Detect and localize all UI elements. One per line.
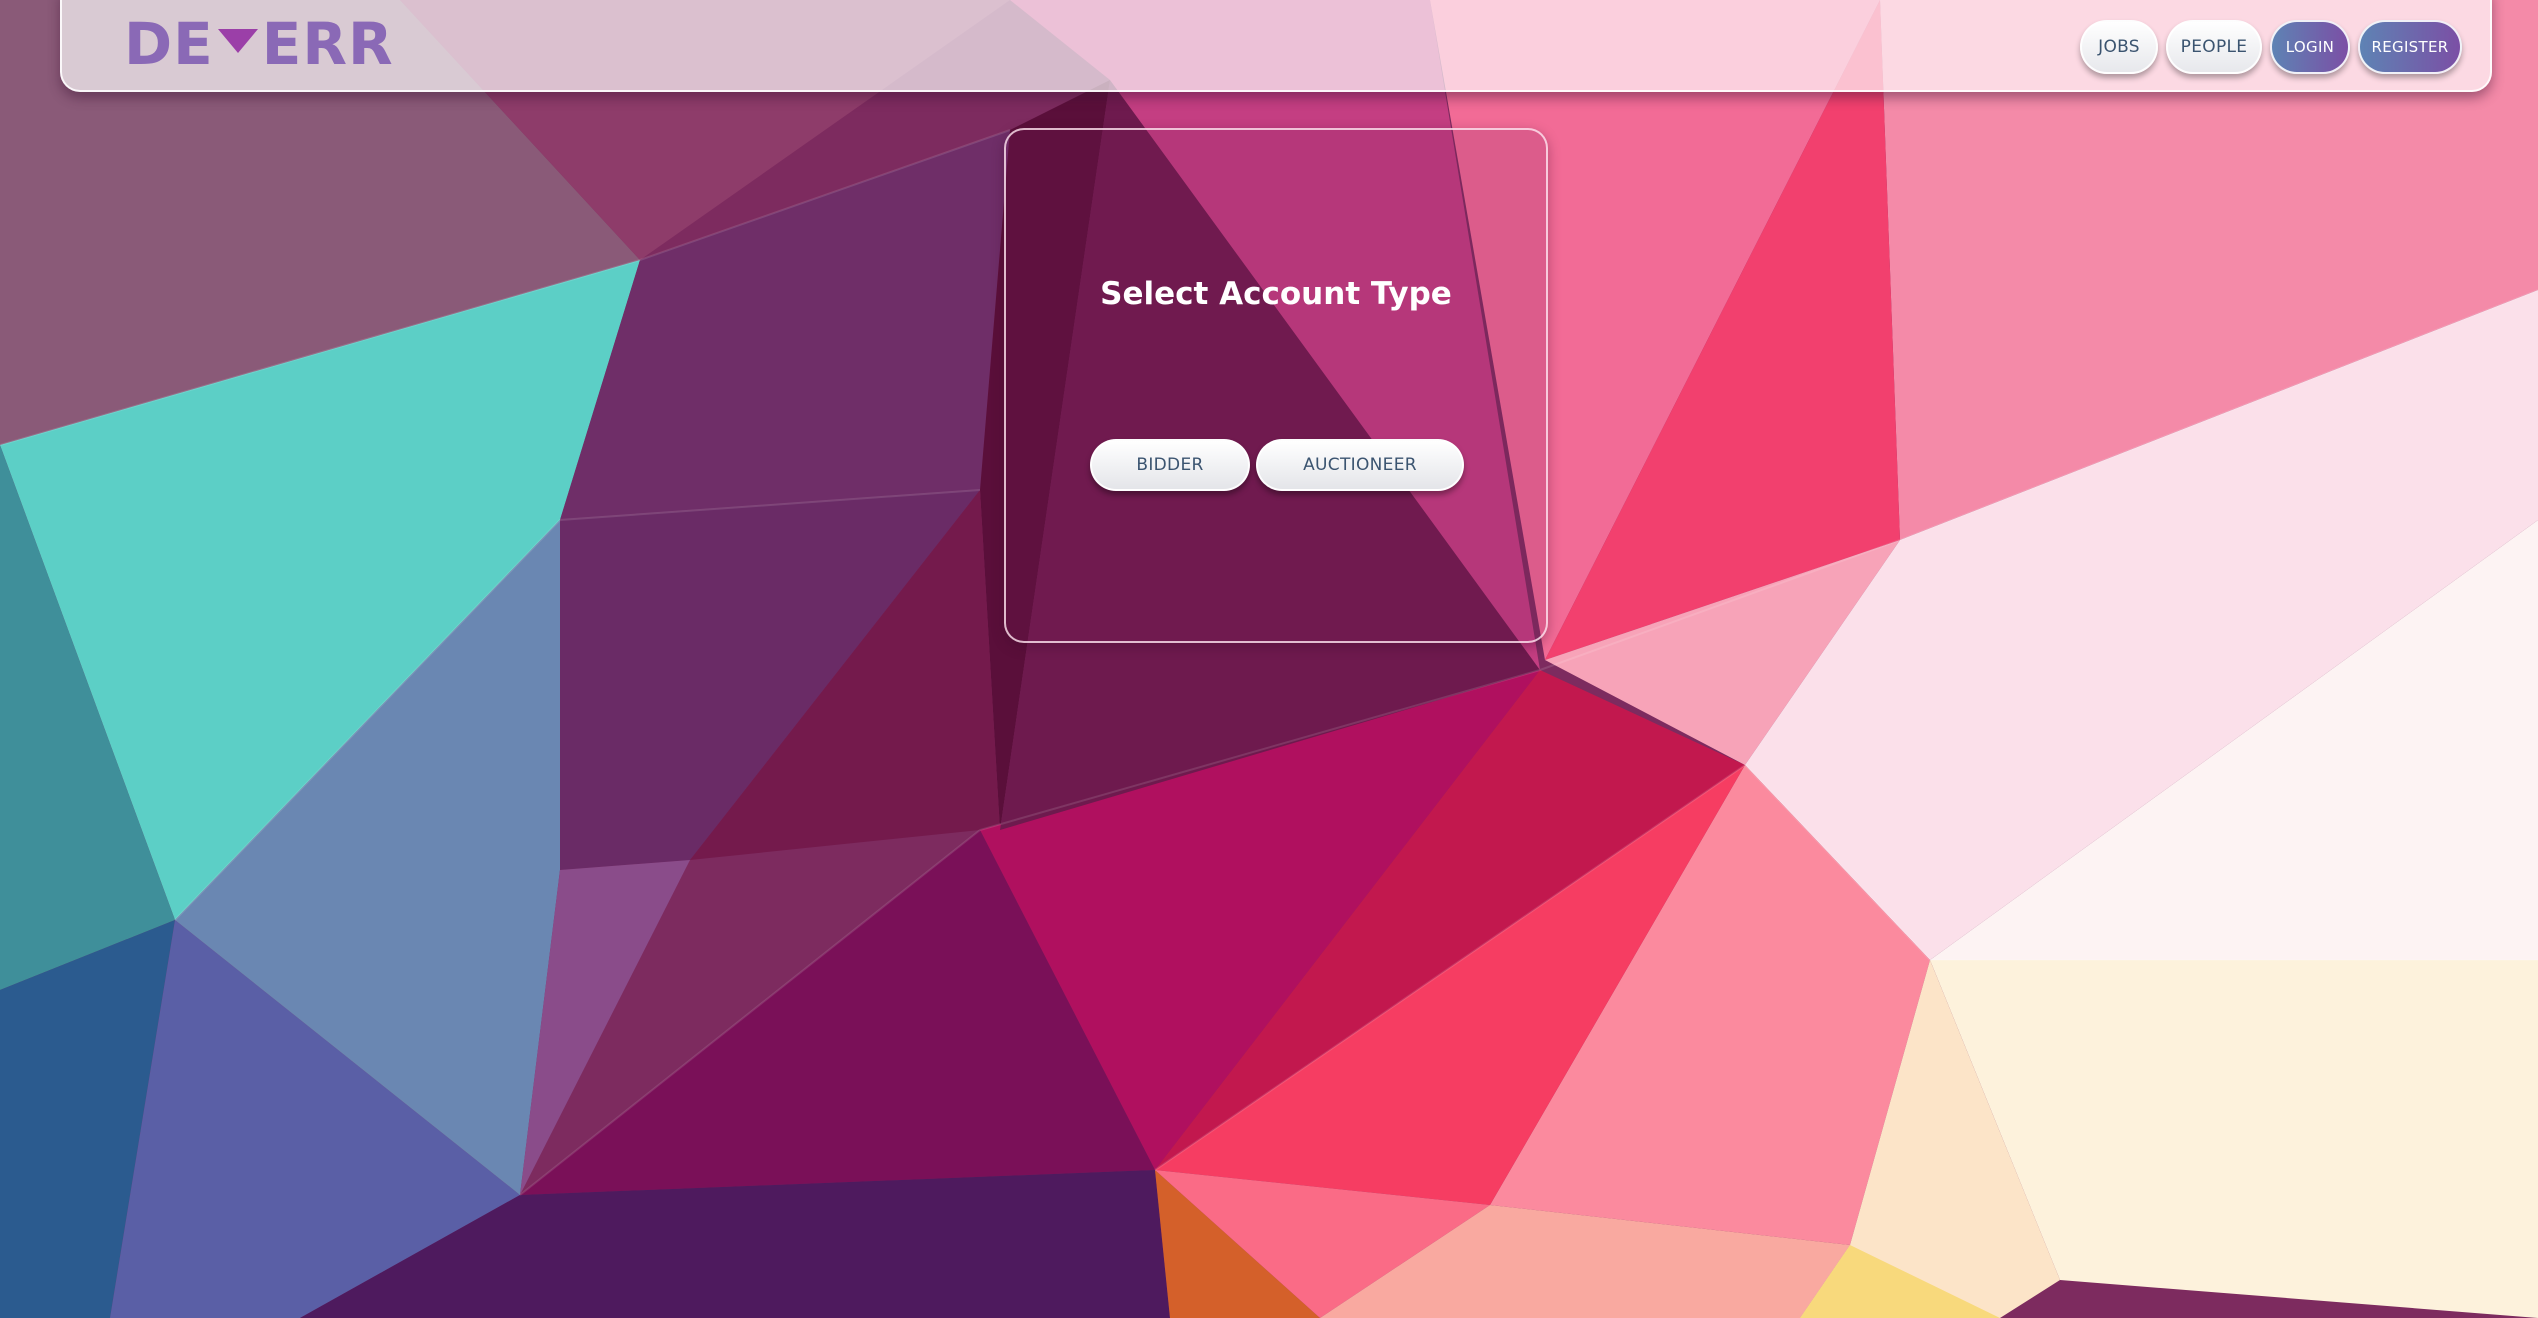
account-type-card: Select Account Type BIDDER AUCTIONEER	[1004, 128, 1548, 643]
jobs-button[interactable]: JOBS	[2080, 20, 2158, 74]
login-button[interactable]: LOGIN	[2270, 20, 2350, 74]
logo[interactable]: DE ERR	[124, 10, 394, 78]
nav-buttons: JOBS PEOPLE LOGIN REGISTER	[2080, 20, 2462, 74]
top-navbar: DE ERR JOBS PEOPLE LOGIN REGISTER	[60, 0, 2492, 92]
auctioneer-button[interactable]: AUCTIONEER	[1256, 439, 1464, 491]
card-title: Select Account Type	[1100, 276, 1452, 312]
people-button[interactable]: PEOPLE	[2166, 20, 2262, 74]
triangle-down-icon	[217, 29, 258, 53]
register-button[interactable]: REGISTER	[2358, 20, 2462, 74]
bidder-button[interactable]: BIDDER	[1090, 439, 1250, 491]
logo-text-left: DE	[124, 10, 214, 78]
logo-text-right: ERR	[261, 10, 394, 78]
account-type-options: BIDDER AUCTIONEER	[1090, 439, 1464, 491]
